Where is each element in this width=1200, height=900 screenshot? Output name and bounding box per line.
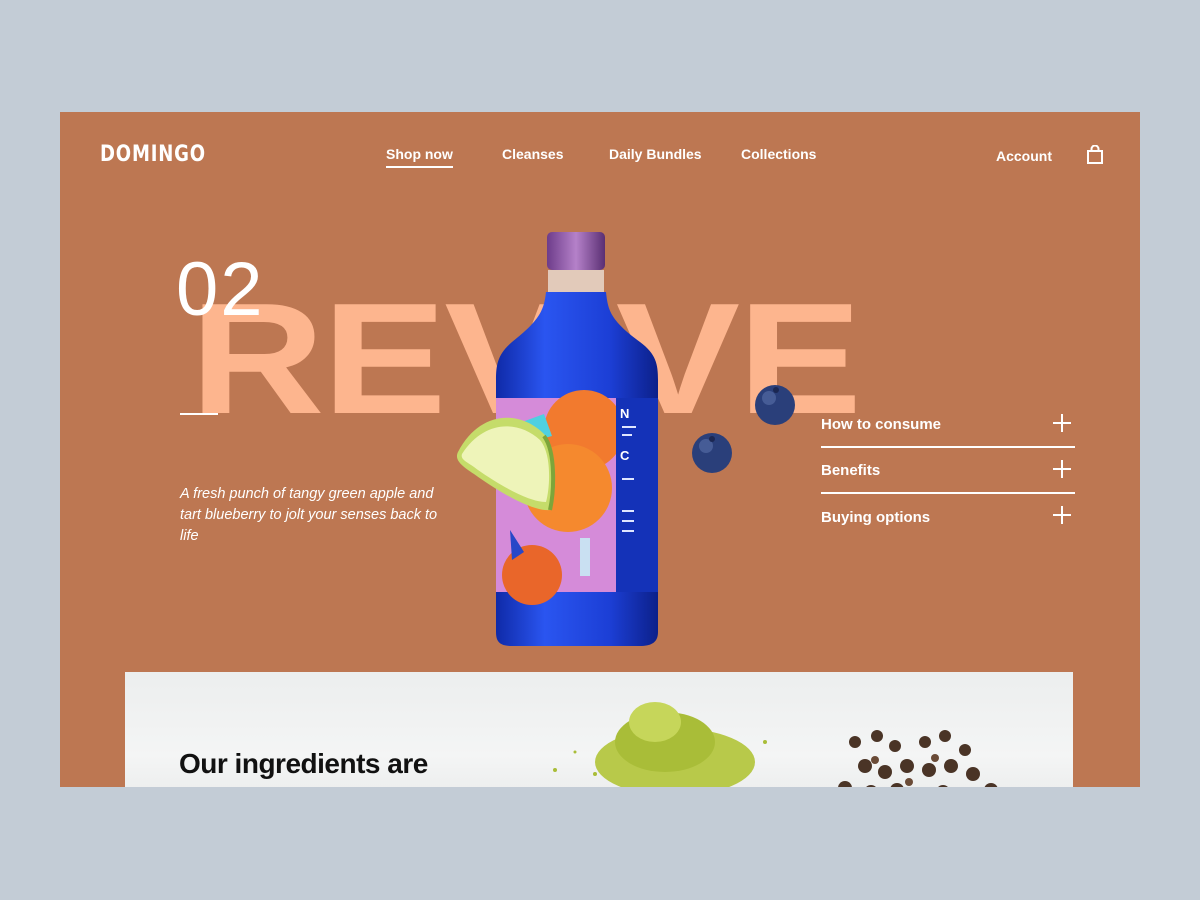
plus-icon[interactable]: [1053, 460, 1071, 478]
plus-icon[interactable]: [1053, 414, 1071, 432]
plus-icon[interactable]: [1053, 506, 1071, 524]
product-tagline: A fresh punch of tangy green apple and t…: [180, 486, 438, 544]
nav-shop-now[interactable]: Shop now: [386, 146, 453, 168]
ingredients-section: Our ingredients are: [125, 672, 1073, 787]
nav-daily-bundles[interactable]: Daily Bundles: [609, 146, 702, 162]
accordion-how-to-consume[interactable]: How to consume: [821, 402, 1075, 448]
accordion-label: How to consume: [821, 415, 942, 433]
accordion-buying-options[interactable]: Buying options: [821, 494, 1075, 540]
nav-collections[interactable]: Collections: [741, 146, 816, 162]
peppercorns-image: [838, 730, 998, 787]
product-bottle-image: N C: [456, 232, 658, 646]
svg-text:C: C: [620, 448, 630, 463]
blueberry-image: [755, 385, 795, 425]
blueberry-image: [692, 433, 732, 473]
accordion-label: Buying options: [821, 508, 931, 526]
svg-text:N: N: [620, 406, 629, 421]
ingredients-heading: Our ingredients are: [179, 748, 428, 779]
hero-frame: DOMINGO Shop now Cleanses Daily Bundles …: [60, 112, 1140, 787]
product-accordion: How to consume Benefits Buying options: [821, 402, 1075, 540]
matcha-powder-image: [553, 702, 767, 787]
shopping-bag-icon[interactable]: [1086, 145, 1104, 165]
accordion-label: Benefits: [821, 461, 881, 479]
nav-cleanses[interactable]: Cleanses: [502, 146, 563, 162]
product-number: 02: [176, 247, 265, 332]
divider-dash: [180, 413, 218, 415]
accordion-benefits[interactable]: Benefits: [821, 448, 1075, 494]
brand-logo[interactable]: DOMINGO: [100, 142, 206, 167]
account-link[interactable]: Account: [996, 148, 1052, 164]
